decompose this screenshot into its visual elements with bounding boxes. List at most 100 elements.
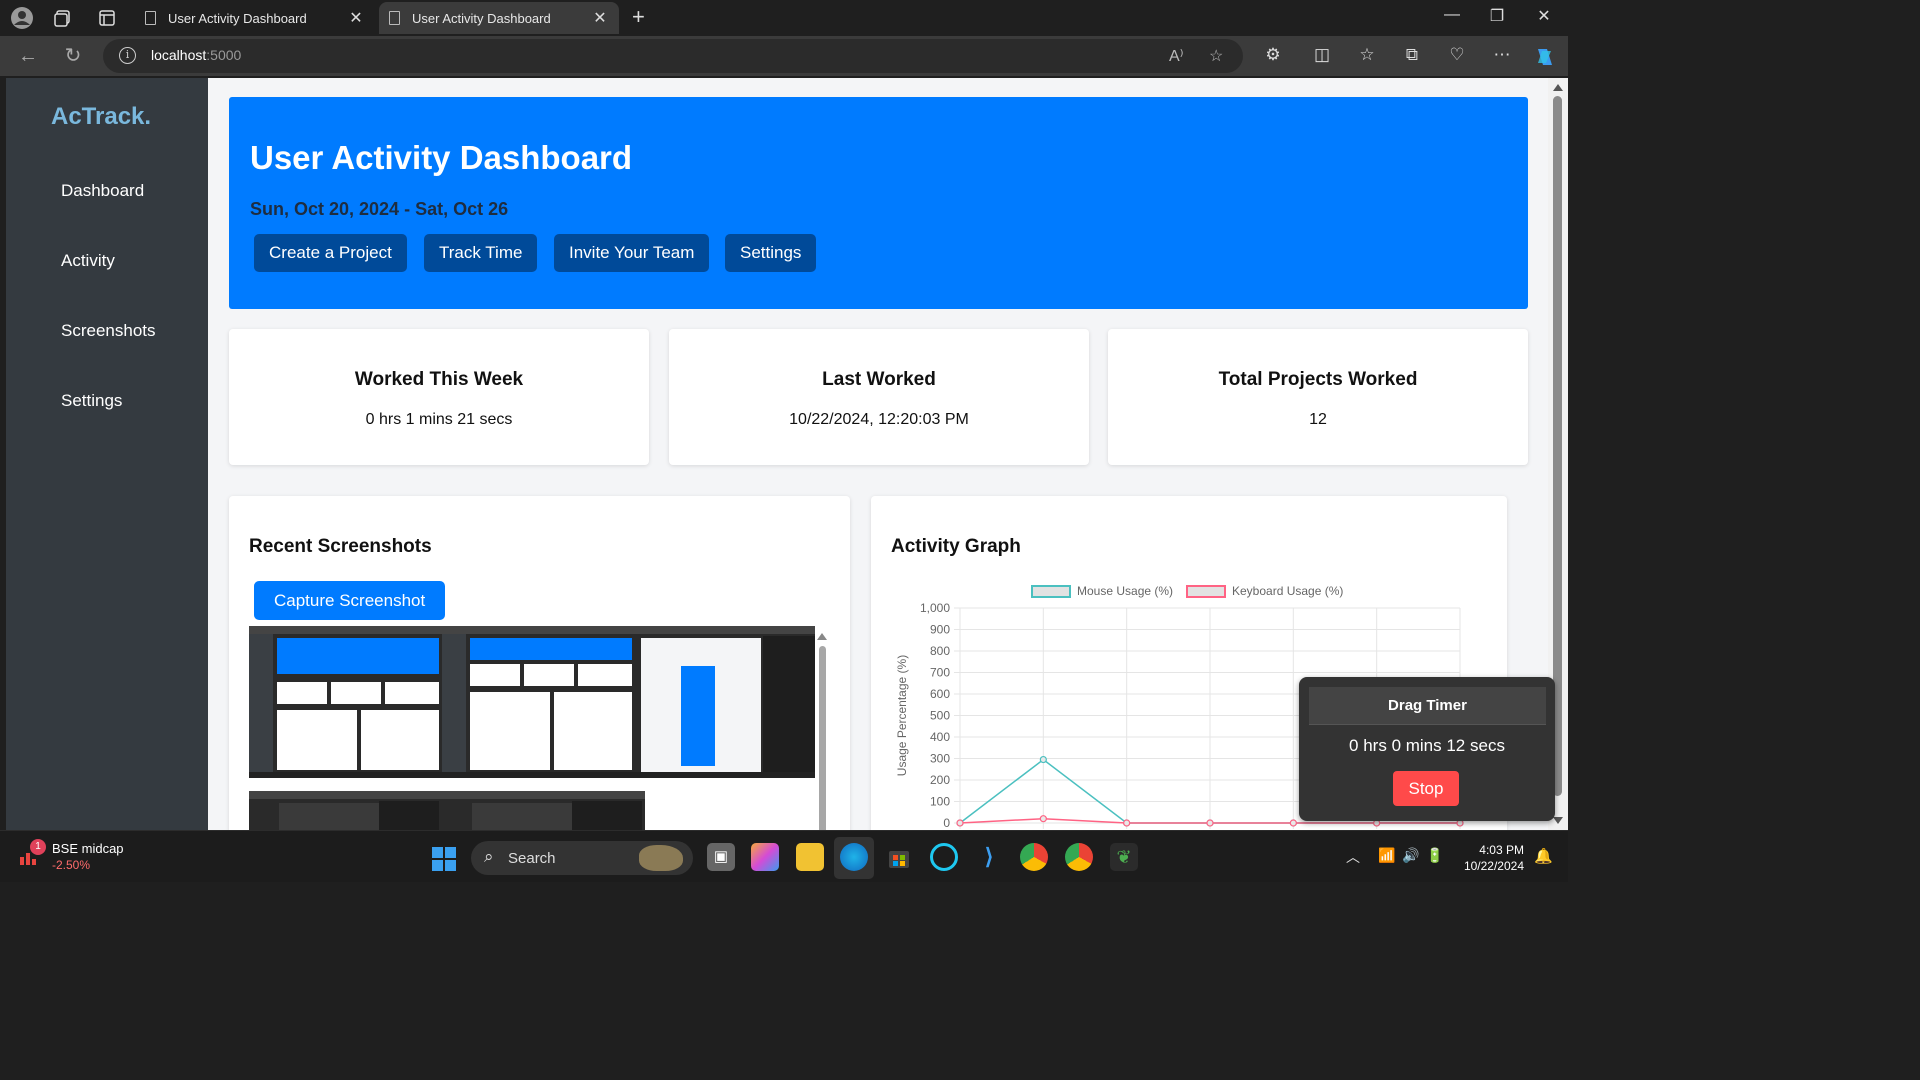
url-text: localhost:5000 [151,47,242,63]
copilot-app-icon[interactable] [751,843,779,871]
profile-icon[interactable] [10,6,34,30]
data-point [1206,819,1214,827]
edge-browser-icon[interactable] [840,843,868,871]
sidebar-item-activity[interactable]: Activity [61,251,115,271]
timer-elapsed: 0 hrs 0 mins 12 secs [1349,736,1505,755]
tab-2[interactable]: User Activity Dashboard ✕ [379,2,619,34]
date-range: Sun, Oct 20, 2024 - Sat, Oct 26 [250,199,509,219]
stock-chart-icon: 1 [18,839,46,867]
hero-banner: User Activity Dashboard Sun, Oct 20, 202… [229,97,1528,309]
y-tick-label: 800 [930,644,950,658]
chrome-icon[interactable] [1020,843,1048,871]
y-tick-label: 0 [943,816,950,830]
workspaces-icon[interactable] [51,6,75,30]
tab-title: User Activity Dashboard [412,10,551,26]
start-icon[interactable] [432,847,456,871]
extensions-icon[interactable]: ⚙ [1261,45,1285,65]
sidebar-item-screenshots[interactable]: Screenshots [61,321,156,341]
sidebar-item-dashboard[interactable]: Dashboard [61,181,144,201]
tab-actions-icon[interactable] [95,6,119,30]
notification-badge: 1 [30,839,46,855]
clock-time: 4:03 PM [1479,843,1524,857]
favorite-star-icon[interactable]: ☆ [1209,46,1223,66]
scroll-up-icon[interactable] [1553,84,1563,91]
favorites-icon[interactable]: ☆ [1355,45,1379,65]
scroll-down-icon[interactable] [1553,817,1563,824]
restore-icon[interactable]: ❐ [1485,6,1509,26]
wifi-icon[interactable]: 📶 [1378,847,1395,864]
screenshot-thumbnail[interactable] [635,626,815,778]
read-aloud-icon[interactable]: A⁾ [1169,46,1184,66]
y-tick-label: 600 [930,687,950,701]
copilot-icon[interactable] [1533,45,1557,74]
y-axis-label: Usage Percentage (%) [895,655,909,776]
screenshot-thumbnail[interactable] [442,791,645,830]
search-highlight-image [639,845,683,871]
sidebar: AcTrack. Dashboard Activity Screenshots … [6,78,208,830]
chrome-profile-icon[interactable] [1065,843,1093,871]
taskbar: 1 BSE midcap -2.50% ⌕ Search ▣ ⟩ ❦ ︿ 📶 🔊… [0,830,1568,882]
sidebar-item-settings[interactable]: Settings [61,391,122,411]
stat-card-total-projects: Total Projects Worked 12 [1108,329,1528,465]
battery-icon[interactable]: 🔋 [1426,847,1443,864]
minimize-icon[interactable]: — [1440,6,1464,24]
more-icon[interactable]: ⋯ [1490,45,1514,65]
stat-card-last-worked: Last Worked 10/22/2024, 12:20:03 PM [669,329,1089,465]
screenshot-thumbnail[interactable] [249,791,442,830]
alexa-icon[interactable] [930,843,958,871]
stock-change: -2.50% [52,858,91,872]
screenshot-thumbnail[interactable] [442,626,635,778]
settings-button[interactable]: Settings [725,234,817,272]
data-point [1039,755,1047,764]
system-clock[interactable]: 4:03 PM 10/22/2024 [1458,842,1524,874]
address-bar[interactable]: i localhost:5000 A⁾ ☆ [103,39,1243,73]
screenshot-gallery [249,626,815,830]
notification-bell-icon[interactable]: 🔔 [1534,847,1553,865]
store-icon[interactable] [885,843,913,871]
health-icon[interactable]: ♡ [1445,45,1469,65]
back-icon[interactable]: ← [16,44,40,68]
drag-timer-widget[interactable]: Drag Timer 0 hrs 0 mins 12 secs Stop [1299,677,1555,821]
stat-title: Worked This Week [354,369,524,390]
y-tick-label: 700 [930,666,950,680]
gallery-scrollbar[interactable] [817,631,827,830]
screenshot-thumbnail[interactable] [249,626,442,778]
file-explorer-icon[interactable] [796,843,824,871]
close-tab-icon[interactable]: ✕ [347,8,365,28]
tab-1[interactable]: User Activity Dashboard ✕ [135,2,375,34]
recent-screenshots-panel: Recent Screenshots Capture Screenshot [229,496,850,830]
taskbar-search[interactable]: ⌕ Search [471,841,693,875]
close-window-icon[interactable]: ✕ [1532,6,1556,26]
stat-card-worked-this-week: Worked This Week 0 hrs 1 mins 21 secs [229,329,649,465]
capture-screenshot-button[interactable]: Capture Screenshot [254,581,446,620]
tray-overflow-icon[interactable]: ︿ [1346,847,1360,867]
timer-drag-handle[interactable]: Drag Timer [1309,687,1546,725]
app-logo[interactable]: AcTrack. [51,103,151,131]
y-tick-label: 200 [930,773,950,787]
track-time-button[interactable]: Track Time [424,234,538,272]
reload-icon[interactable]: ↻ [61,44,85,68]
stat-title: Total Projects Worked [1218,369,1418,390]
invite-team-button[interactable]: Invite Your Team [554,234,710,272]
site-info-icon[interactable]: i [119,47,136,64]
stock-name: BSE midcap [52,841,124,856]
collections-icon[interactable]: ⧉ [1400,45,1424,65]
search-label: Search [508,850,556,867]
clock-date: 10/22/2024 [1463,859,1524,873]
page-icon [389,11,400,25]
task-view-icon[interactable]: ▣ [707,843,735,871]
stop-button[interactable]: Stop [1393,771,1459,806]
new-tab-icon[interactable]: + [632,4,645,30]
vscode-icon[interactable]: ⟩ [975,843,1003,871]
volume-icon[interactable]: 🔊 [1402,847,1419,864]
tab-title: User Activity Dashboard [168,10,307,26]
create-project-button[interactable]: Create a Project [254,234,407,272]
y-tick-label: 400 [930,730,950,744]
stat-value: 12 [1309,411,1327,428]
stock-widget[interactable]: 1 BSE midcap -2.50% [18,839,124,872]
close-tab-icon[interactable]: ✕ [591,8,609,28]
mongodb-icon[interactable]: ❦ [1110,843,1138,871]
split-screen-icon[interactable]: ◫ [1310,45,1334,65]
y-tick-label: 500 [930,709,950,723]
search-icon: ⌕ [484,847,494,866]
